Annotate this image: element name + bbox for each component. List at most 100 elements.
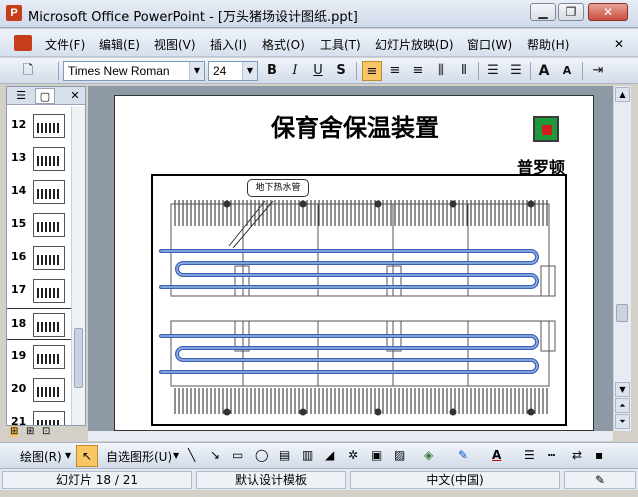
spelling-status-icon[interactable]: ✎ [564, 471, 636, 489]
menu-help[interactable]: 帮助(H) [527, 36, 569, 53]
close-document-icon[interactable]: ✕ [614, 37, 624, 51]
thumbnail-scrollbar[interactable] [71, 106, 85, 425]
new-icon[interactable]: 🗋 [18, 61, 38, 81]
thumbnail-number: 16 [11, 250, 27, 263]
heating-pipe-diagram[interactable] [151, 174, 567, 426]
align-left-icon[interactable]: ≡ [362, 61, 382, 81]
italic-button[interactable]: I [285, 61, 305, 81]
line-style-icon[interactable]: ☰ [524, 448, 535, 462]
thumbnail-item[interactable]: 19 [7, 341, 71, 371]
menu-format[interactable]: 格式(O) [262, 36, 305, 53]
picture-icon[interactable]: ▨ [394, 448, 405, 462]
thumbnail-item[interactable]: 14 [7, 176, 71, 206]
grow-font-button[interactable]: A [534, 61, 554, 81]
toolbar-separator [478, 62, 479, 80]
thumbnail-item[interactable]: 15 [7, 209, 71, 239]
menu-slideshow[interactable]: 幻灯片放映(D) [375, 36, 454, 53]
restore-button[interactable]: ❐ [558, 3, 584, 21]
restore-icon: ❐ [565, 5, 577, 19]
menu-tools[interactable]: 工具(T) [320, 36, 361, 53]
scrollbar-thumb[interactable] [616, 304, 628, 322]
thumbnail-item[interactable]: 16 [7, 242, 71, 272]
scroll-up-icon[interactable]: ▲ [615, 87, 630, 102]
font-color-icon[interactable]: A [492, 448, 501, 462]
thumbnail-item[interactable]: 17 [7, 275, 71, 305]
chevron-down-icon[interactable]: ▼ [242, 62, 257, 80]
slide-scrollbar[interactable]: ▲ ▼ ⏶ ⏷ [613, 86, 631, 431]
shadow-style-icon[interactable]: ▪ [595, 448, 603, 462]
align-right-icon[interactable]: ≡ [408, 61, 428, 81]
horizontal-scrollbar[interactable] [88, 431, 613, 441]
autoshapes-menu[interactable]: 自选图形(U) [106, 448, 172, 465]
menu-file[interactable]: 文件(F) [45, 36, 85, 53]
arrow-style-icon[interactable]: ⇄ [572, 448, 582, 462]
bullets-icon[interactable]: ☰ [506, 61, 526, 81]
font-name-combo[interactable]: Times New Roman ▼ [63, 61, 205, 81]
thumbnail-item[interactable]: 20 [7, 374, 71, 404]
distribute-icon[interactable]: ⫼ [431, 61, 451, 81]
menu-insert[interactable]: 插入(I) [210, 36, 247, 53]
fill-color-icon[interactable]: ◈ [424, 448, 433, 462]
powerpoint-app-icon[interactable]: P [6, 5, 22, 21]
shrink-font-button[interactable]: A [557, 61, 577, 81]
draw-menu[interactable]: 绘图(R) [20, 448, 62, 465]
thumbnail-number: 20 [11, 382, 27, 395]
wordart-icon[interactable]: ◢ [325, 448, 334, 462]
callout-label[interactable]: 地下热水管 [247, 179, 309, 197]
thumbnail-item[interactable]: 12 [7, 110, 71, 140]
clipart-icon[interactable]: ▣ [371, 448, 382, 462]
outline-tab-icon[interactable]: ☰ [11, 88, 31, 104]
thumbnail-image [33, 313, 65, 337]
thumbnail-image [33, 378, 65, 402]
thumbnail-item[interactable]: 13 [7, 143, 71, 173]
slide-editing-area: 保育舍保温装置 普罗顿 地下热水管 [88, 86, 613, 431]
slide-canvas[interactable]: 保育舍保温装置 普罗顿 地下热水管 [114, 95, 594, 431]
font-size-combo[interactable]: 24 ▼ [208, 61, 258, 81]
previous-slide-icon[interactable]: ⏶ [615, 398, 630, 413]
oval-icon[interactable]: ◯ [255, 448, 268, 462]
numbering-icon[interactable]: ☰ [483, 61, 503, 81]
drain-point [527, 408, 535, 416]
slide-title[interactable]: 保育舍保温装置 [115, 108, 595, 143]
chevron-down-icon[interactable]: ▼ [189, 62, 204, 80]
next-slide-icon[interactable]: ⏷ [615, 414, 630, 429]
slides-tab-icon[interactable]: ▢ [35, 88, 55, 104]
indent-icon[interactable]: ⇥ [588, 61, 608, 81]
align-center-icon[interactable]: ≡ [385, 61, 405, 81]
close-button[interactable]: ✕ [588, 3, 628, 21]
rectangle-icon[interactable]: ▭ [232, 448, 243, 462]
document-icon[interactable] [14, 35, 32, 51]
shadow-button[interactable]: S [331, 61, 351, 81]
thumbnail-image [33, 213, 65, 237]
template-name[interactable]: 默认设计模板 [196, 471, 346, 489]
textbox-icon[interactable]: ▤ [279, 448, 290, 462]
menu-edit[interactable]: 编辑(E) [99, 36, 140, 53]
slide-sorter-icon[interactable]: ⊞ [26, 426, 34, 437]
vertical-textbox-icon[interactable]: ▥ [302, 448, 313, 462]
minimize-button[interactable]: ▁ [530, 3, 556, 21]
thumbnail-number: 14 [11, 184, 27, 197]
thumbnail-item[interactable]: 21 [7, 407, 71, 425]
status-bar: 幻灯片 18 / 21 默认设计模板 中文(中国) ✎ [0, 468, 638, 490]
bold-button[interactable]: B [262, 61, 282, 81]
select-pointer-icon[interactable]: ↖ [76, 445, 98, 467]
thumbnail-number: 12 [11, 118, 27, 131]
slideshow-icon[interactable]: ⊡ [42, 426, 50, 437]
chevron-down-icon[interactable]: ▼ [65, 451, 71, 460]
arrow-icon[interactable]: ↘ [210, 448, 220, 462]
chevron-down-icon[interactable]: ▼ [173, 451, 179, 460]
thumbnail-item-selected[interactable]: 18 [7, 308, 71, 340]
line-icon[interactable]: ╲ [188, 448, 195, 462]
menu-window[interactable]: 窗口(W) [467, 36, 512, 53]
diagram-icon[interactable]: ✲ [348, 448, 358, 462]
underline-button[interactable]: U [308, 61, 328, 81]
columns-icon[interactable]: ⫴ [454, 61, 474, 81]
language-indicator: 中文(中国) [350, 471, 560, 489]
scroll-down-icon[interactable]: ▼ [615, 382, 630, 397]
line-color-icon[interactable]: ✎ [458, 448, 468, 462]
menu-view[interactable]: 视图(V) [154, 36, 196, 53]
normal-view-icon[interactable]: ⊞ [10, 426, 19, 437]
scrollbar-thumb[interactable] [74, 328, 83, 388]
dash-style-icon[interactable]: ┅ [548, 448, 555, 462]
close-pane-icon[interactable]: ✕ [65, 88, 85, 104]
